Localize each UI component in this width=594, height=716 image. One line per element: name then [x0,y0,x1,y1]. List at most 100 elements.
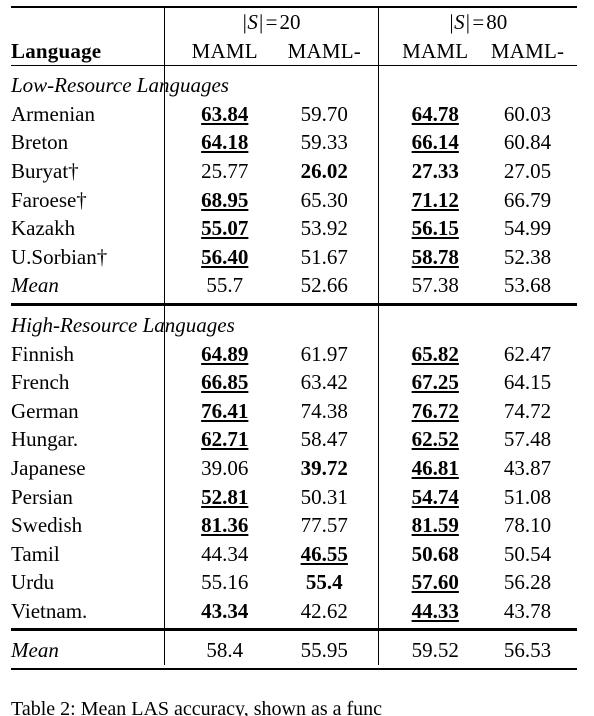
cell-text: 50.31 [300,484,348,509]
table-row: German 76.41 74.38 76.72 74.72 [11,396,577,426]
cell-value: 56.15 [377,214,478,243]
cell-value: 56.28 [478,568,577,597]
cell-text: 74.38 [300,398,348,423]
cell-text: 55.16 [201,570,249,595]
cell-text: 58.4 [206,638,244,663]
cell-text: 51.67 [300,244,348,269]
cell-value: 61.97 [271,340,378,369]
cell-text: 44.34 [201,541,249,566]
cell-text: 81.59 [411,513,459,538]
cell-text: 46.55 [300,541,348,566]
group-header-s20: |S|=20 [163,8,378,37]
cell-text: 50.68 [411,541,459,566]
cell-value: 78.10 [478,511,577,540]
cell-value: 81.59 [377,511,478,540]
column-header-maml-s80: MAML [377,36,478,66]
table-row: Kazakh 55.07 53.92 56.15 54.99 [11,214,577,243]
group-header-row: |S|=20 |S|=80 [11,8,577,37]
cell-value: 67.25 [377,368,478,397]
row-label: Kazakh [11,216,76,241]
cell-value: 56.40 [163,242,271,272]
row-label: Faroese† [11,187,87,212]
row-label: Vietnam. [11,598,88,623]
cell-text: 59.33 [300,130,348,155]
cell-text: 65.30 [300,187,348,212]
cell-value: 74.72 [478,397,577,426]
cell-text: 77.57 [300,513,348,538]
section-title-high: High-Resource Languages [11,312,235,337]
cell-text: 62.47 [503,341,552,366]
cell-value: 76.41 [163,396,271,426]
row-label: French [11,370,70,395]
cell-text: 64.18 [201,130,249,155]
cell-text: 43.78 [503,598,552,623]
cell-text: 76.41 [201,398,249,423]
cell-value: 59.33 [271,128,378,157]
cell-value: 60.84 [478,128,577,157]
cell-value: 81.36 [163,511,271,540]
cell-text: 53.92 [300,216,348,241]
cell-text: 63.84 [201,101,249,126]
cell-text: 44.33 [411,598,459,623]
column-header-mamlalign-s20: MAML- [287,38,361,63]
cell-value: 58.4 [163,636,271,666]
cell-value: 54.99 [478,214,577,243]
table-row: Armenian 63.84 59.70 64.78 60.03 [11,99,577,129]
cell-value: 39.72 [271,454,378,483]
cell-value: 39.06 [163,453,271,483]
cell-text: 59.70 [300,101,348,126]
group-label-s80-value: 80 [486,10,508,34]
cell-value: 65.82 [377,339,478,369]
table-row: Japanese 39.06 39.72 46.81 43.87 [11,453,577,483]
section-low-rule-cell-2 [271,71,378,100]
cell-text: 58.78 [411,244,459,269]
cell-text: 60.03 [503,101,552,126]
cell-text: 52.81 [201,484,249,509]
group-header-s80: |S|=80 [377,8,577,37]
results-table: |S|=20 |S|=80 Language MAML MAML- MAML M… [11,6,577,672]
cell-value: 60.03 [478,100,577,129]
section-title-row-high: High-Resource Languages [11,310,577,340]
cell-text: 67.25 [411,370,459,395]
cell-text: 55.4 [305,570,343,595]
cell-value: 50.54 [478,540,577,569]
cell-value: 25.77 [163,156,271,186]
group-label-s80-symbol: |S| [448,10,471,34]
group-label-s20-value: 20 [279,10,301,34]
cell-text: 57.38 [411,273,459,298]
cell-text: 62.52 [411,427,459,452]
cell-value: 59.70 [271,100,378,129]
cell-text: 55.7 [206,273,244,298]
cell-value: 42.62 [271,597,378,626]
section-low-rule-cell-4 [478,71,577,100]
cell-value: 43.87 [478,454,577,483]
column-header-mamlalign-s80: MAML- [490,38,565,63]
cell-value: 52.66 [271,271,378,300]
cell-value: 57.48 [478,425,577,454]
column-header-row: Language MAML MAML- MAML MAML- [11,36,577,66]
cell-value: 43.34 [163,596,271,626]
cell-text: 66.85 [201,370,249,395]
cell-text: 64.78 [411,101,459,126]
cell-value: 63.84 [163,99,271,129]
cell-text: 43.34 [201,598,249,623]
cell-text: 57.60 [411,570,459,595]
cell-value: 53.68 [478,271,577,300]
cell-value: 64.15 [478,368,577,397]
cell-text: 66.79 [503,187,552,212]
group-label-s20-symbol: |S| [241,10,264,34]
cell-text: 55.95 [300,638,348,663]
cell-value: 65.30 [271,186,378,215]
cell-text: 71.12 [411,187,459,212]
cell-value: 63.42 [271,368,378,397]
cell-text: 61.97 [300,341,348,366]
cell-text: 54.74 [411,484,459,509]
group-label-s20-eq: = [265,10,278,34]
cell-value: 43.78 [478,597,577,626]
cell-value: 62.71 [163,425,271,454]
cell-value: 51.67 [271,243,378,272]
row-label: Mean [11,638,59,663]
table-row: Finnish 64.89 61.97 65.82 62.47 [11,339,577,369]
section-low-rule-cell-3 [377,71,478,100]
cell-value: 46.81 [377,453,478,483]
